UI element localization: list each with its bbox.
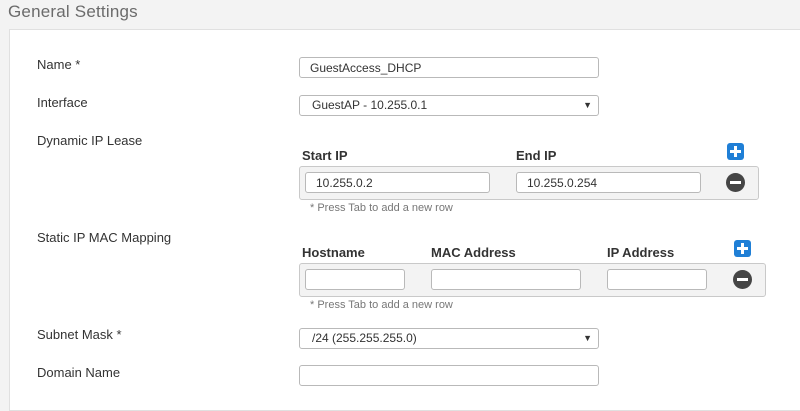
name-label: Name * bbox=[37, 57, 81, 72]
subnet-mask-select[interactable]: /24 (255.255.255.0) ▼ bbox=[299, 328, 599, 349]
start-ip-header: Start IP bbox=[302, 148, 348, 163]
caret-down-icon: ▼ bbox=[583, 333, 592, 343]
hostname-header: Hostname bbox=[302, 245, 365, 260]
start-ip-input[interactable] bbox=[305, 172, 490, 193]
interface-label: Interface bbox=[37, 95, 88, 110]
end-ip-header: End IP bbox=[516, 148, 557, 163]
subnet-mask-select-value: /24 (255.255.255.0) bbox=[312, 331, 417, 345]
mac-address-input[interactable] bbox=[431, 269, 581, 290]
dynamic-lease-hint: * Press Tab to add a new row bbox=[310, 202, 453, 214]
ip-address-input[interactable] bbox=[607, 269, 707, 290]
mac-address-header: MAC Address bbox=[431, 245, 516, 260]
dynamic-ip-lease-label: Dynamic IP Lease bbox=[37, 133, 143, 148]
dynamic-lease-add-button[interactable] bbox=[727, 143, 744, 160]
dynamic-lease-remove-button[interactable] bbox=[726, 173, 745, 192]
section-title: General Settings bbox=[8, 2, 138, 21]
subnet-mask-label: Subnet Mask * bbox=[37, 327, 122, 342]
name-input[interactable] bbox=[299, 57, 599, 78]
static-mapping-hint: * Press Tab to add a new row bbox=[310, 299, 453, 311]
end-ip-input[interactable] bbox=[516, 172, 701, 193]
interface-select-value: GuestAP - 10.255.0.1 bbox=[312, 98, 428, 112]
interface-select[interactable]: GuestAP - 10.255.0.1 ▼ bbox=[299, 95, 599, 116]
static-mapping-add-button[interactable] bbox=[734, 240, 751, 257]
domain-name-input[interactable] bbox=[299, 365, 599, 386]
hostname-input[interactable] bbox=[305, 269, 405, 290]
domain-name-label: Domain Name bbox=[37, 365, 121, 380]
static-mapping-label: Static IP MAC Mapping bbox=[37, 230, 172, 245]
ip-address-header: IP Address bbox=[607, 245, 675, 260]
caret-down-icon: ▼ bbox=[583, 100, 592, 110]
static-mapping-remove-button[interactable] bbox=[733, 270, 752, 289]
general-settings-panel bbox=[9, 29, 800, 411]
